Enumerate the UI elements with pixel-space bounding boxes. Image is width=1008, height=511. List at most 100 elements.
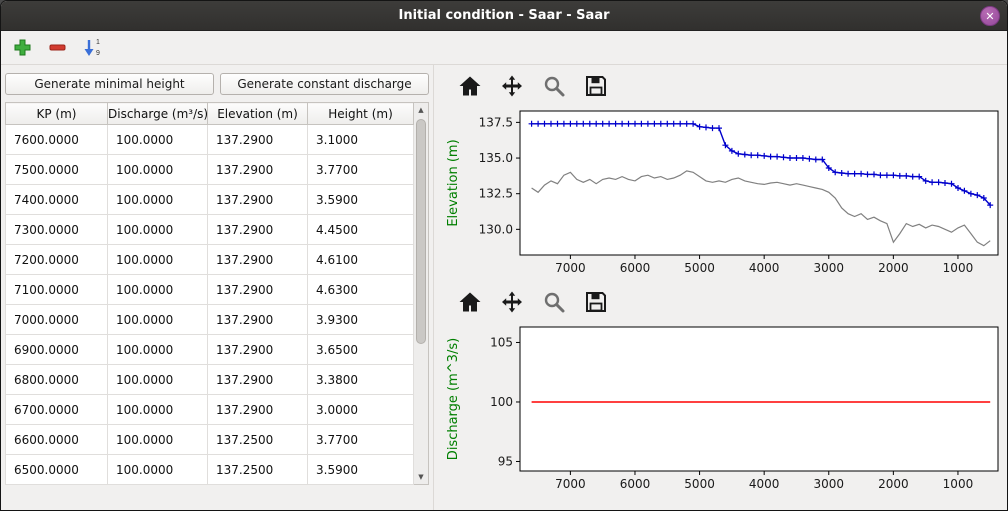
table-cell[interactable]: 137.2900 [208, 335, 308, 365]
discharge-zoom-button[interactable] [540, 288, 568, 316]
table-cell[interactable]: 3.7700 [308, 155, 414, 185]
sort-button[interactable]: 1 9 [83, 35, 100, 61]
column-header-kp[interactable]: KP (m) [6, 103, 108, 125]
table-cell[interactable]: 137.2500 [208, 425, 308, 455]
table-cell[interactable]: 137.2900 [208, 275, 308, 305]
elevation-zoom-button[interactable] [540, 72, 568, 100]
table-cell[interactable]: 4.6300 [308, 275, 414, 305]
generate-constant-discharge-button[interactable]: Generate constant discharge [220, 73, 429, 95]
table-row[interactable]: 6900.0000100.0000137.29003.6500 [6, 335, 414, 365]
save-icon [584, 290, 608, 314]
table-cell[interactable]: 3.6500 [308, 335, 414, 365]
table-cell[interactable]: 100.0000 [108, 305, 208, 335]
table-row[interactable]: 6600.0000100.0000137.25003.7700 [6, 425, 414, 455]
table-cell[interactable]: 3.1000 [308, 125, 414, 155]
table-row[interactable]: 6700.0000100.0000137.29003.0000 [6, 395, 414, 425]
table-row[interactable]: 7000.0000100.0000137.29003.9300 [6, 305, 414, 335]
table-cell[interactable]: 4.6100 [308, 245, 414, 275]
table-cell[interactable]: 137.2500 [208, 455, 308, 485]
discharge-pan-button[interactable] [498, 288, 526, 316]
discharge-save-button[interactable] [582, 288, 610, 316]
svg-text:5000: 5000 [684, 477, 715, 491]
table-cell[interactable]: 3.5900 [308, 185, 414, 215]
magnifier-icon [542, 74, 566, 98]
table-cell[interactable]: 3.3800 [308, 365, 414, 395]
table-cell[interactable]: 7300.0000 [6, 215, 108, 245]
table-row[interactable]: 7600.0000100.0000137.29003.1000 [6, 125, 414, 155]
table-row[interactable]: 7200.0000100.0000137.29004.6100 [6, 245, 414, 275]
column-header-elevation[interactable]: Elevation (m) [208, 103, 308, 125]
svg-text:7000: 7000 [555, 261, 586, 275]
table-cell[interactable]: 100.0000 [108, 335, 208, 365]
table-cell[interactable]: 6600.0000 [6, 425, 108, 455]
table-cell[interactable]: 100.0000 [108, 275, 208, 305]
minus-icon [48, 38, 67, 57]
table-cell[interactable]: 137.2900 [208, 125, 308, 155]
table-cell[interactable]: 100.0000 [108, 395, 208, 425]
elevation-plot-toolbar [442, 69, 1006, 103]
table-row[interactable]: 6800.0000100.0000137.29003.3800 [6, 365, 414, 395]
scrollbar-thumb[interactable] [416, 119, 426, 344]
table-cell[interactable]: 3.9300 [308, 305, 414, 335]
table-cell[interactable]: 100.0000 [108, 365, 208, 395]
discharge-home-button[interactable] [456, 288, 484, 316]
table-cell[interactable]: 6900.0000 [6, 335, 108, 365]
table-cell[interactable]: 100.0000 [108, 245, 208, 275]
pan-icon [500, 74, 524, 98]
table-cell[interactable]: 137.2900 [208, 365, 308, 395]
table-row[interactable]: 7300.0000100.0000137.29004.4500 [6, 215, 414, 245]
table-row[interactable]: 7500.0000100.0000137.29003.7700 [6, 155, 414, 185]
elevation-plot[interactable]: 7000600050004000300020001000130.0132.513… [442, 103, 1006, 285]
table-cell[interactable]: 7400.0000 [6, 185, 108, 215]
table-cell[interactable]: 100.0000 [108, 185, 208, 215]
table-cell[interactable]: 137.2900 [208, 215, 308, 245]
table-cell[interactable]: 100.0000 [108, 215, 208, 245]
elevation-save-button[interactable] [582, 72, 610, 100]
discharge-plot[interactable]: 700060005000400030002000100095100105Disc… [442, 319, 1006, 501]
scroll-up-icon[interactable]: ▲ [414, 103, 428, 117]
table-cell[interactable]: 100.0000 [108, 125, 208, 155]
svg-text:137.5: 137.5 [479, 115, 513, 129]
table-row[interactable]: 7400.0000100.0000137.29003.5900 [6, 185, 414, 215]
table-scrollbar[interactable]: ▲ ▼ [414, 102, 429, 485]
svg-text:135.0: 135.0 [479, 151, 513, 165]
table-header-row: KP (m) Discharge (m³/s) Elevation (m) He… [6, 103, 414, 125]
svg-text:100: 100 [490, 395, 513, 409]
table-cell[interactable]: 6700.0000 [6, 395, 108, 425]
table-cell[interactable]: 137.2900 [208, 185, 308, 215]
table-row[interactable]: 7100.0000100.0000137.29004.6300 [6, 275, 414, 305]
table-cell[interactable]: 100.0000 [108, 155, 208, 185]
table-cell[interactable]: 4.4500 [308, 215, 414, 245]
add-row-button[interactable] [13, 35, 32, 61]
table-cell[interactable]: 137.2900 [208, 155, 308, 185]
table-cell[interactable]: 3.0000 [308, 395, 414, 425]
table-cell[interactable]: 137.2900 [208, 395, 308, 425]
remove-row-button[interactable] [48, 35, 67, 61]
table-cell[interactable]: 7200.0000 [6, 245, 108, 275]
svg-text:Discharge (m^3/s): Discharge (m^3/s) [446, 338, 461, 460]
table-cell[interactable]: 137.2900 [208, 305, 308, 335]
svg-text:2000: 2000 [878, 261, 909, 275]
table-cell[interactable]: 100.0000 [108, 425, 208, 455]
table-cell[interactable]: 100.0000 [108, 455, 208, 485]
elevation-home-button[interactable] [456, 72, 484, 100]
table-cell[interactable]: 7000.0000 [6, 305, 108, 335]
svg-text:1000: 1000 [943, 477, 974, 491]
generate-minimal-height-button[interactable]: Generate minimal height [5, 73, 214, 95]
scroll-down-icon[interactable]: ▼ [414, 470, 428, 484]
close-button[interactable]: ✕ [980, 6, 1000, 26]
elevation-pan-button[interactable] [498, 72, 526, 100]
svg-text:7000: 7000 [555, 477, 586, 491]
table-cell[interactable]: 7100.0000 [6, 275, 108, 305]
table-cell[interactable]: 3.5900 [308, 455, 414, 485]
table-cell[interactable]: 7500.0000 [6, 155, 108, 185]
table-cell[interactable]: 7600.0000 [6, 125, 108, 155]
table-cell[interactable]: 6800.0000 [6, 365, 108, 395]
table-row[interactable]: 6500.0000100.0000137.25003.5900 [6, 455, 414, 485]
column-header-discharge[interactable]: Discharge (m³/s) [108, 103, 208, 125]
table-cell[interactable]: 3.7700 [308, 425, 414, 455]
table-cell[interactable]: 6500.0000 [6, 455, 108, 485]
column-header-height[interactable]: Height (m) [308, 103, 414, 125]
table-cell[interactable]: 137.2900 [208, 245, 308, 275]
titlebar[interactable]: Initial condition - Saar - Saar ✕ [1, 1, 1007, 31]
